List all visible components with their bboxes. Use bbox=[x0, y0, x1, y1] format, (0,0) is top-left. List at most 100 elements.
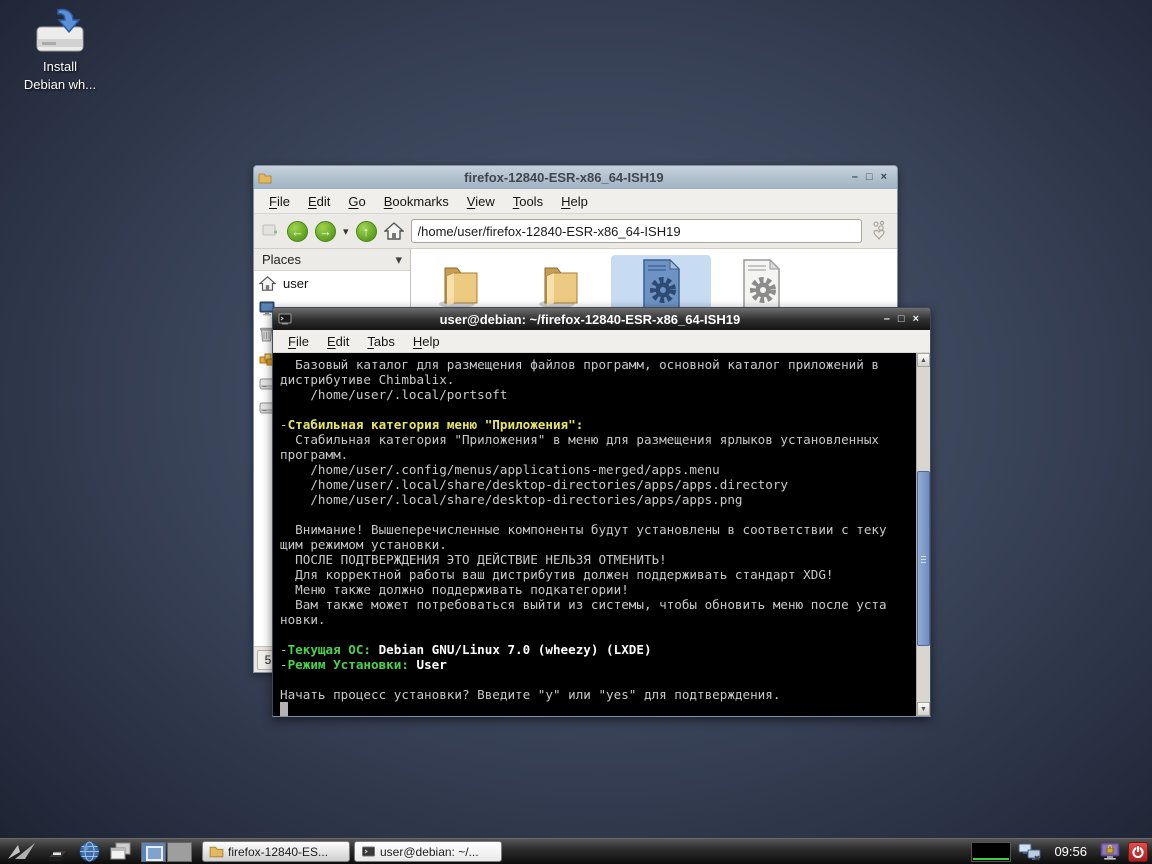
terminal-line: /home/user/.local/share/desktop-director… bbox=[280, 492, 743, 507]
terminal-line: программ. bbox=[280, 447, 349, 462]
menu-item-view[interactable]: View bbox=[458, 191, 504, 212]
close-button[interactable]: × bbox=[913, 313, 919, 325]
terminal-line: -Стабильная категория меню "Приложения": bbox=[280, 417, 584, 432]
terminal-line: -Текущая ОС: Debian GNU/Linux 7.0 (wheez… bbox=[280, 642, 652, 657]
terminal-title: user@debian: ~/firefox-12840-ESR-x86_64-… bbox=[439, 311, 741, 327]
pager-desktop-2[interactable] bbox=[167, 841, 192, 862]
terminal-titlebar[interactable]: user@debian: ~/firefox-12840-ESR-x86_64-… bbox=[273, 308, 930, 330]
scrollbar-thumb[interactable] bbox=[917, 471, 930, 646]
desktop-icon-install-debian[interactable]: Install Debian wh... bbox=[14, 6, 106, 94]
terminal-line: Начать процесс установки? Введите "y" ил… bbox=[280, 687, 781, 702]
task-button-label: user@debian: ~/... bbox=[380, 844, 479, 859]
script-blue-icon bbox=[640, 258, 682, 310]
iconify-all-icon[interactable] bbox=[107, 840, 135, 864]
file-manager-launcher[interactable] bbox=[44, 840, 72, 864]
script-gray-icon bbox=[740, 258, 782, 310]
task-button-label: firefox-12840-ES... bbox=[228, 844, 329, 859]
taskbar: firefox-12840-ES... user@debian: ~/... 09… bbox=[0, 838, 1152, 864]
scroll-down-icon[interactable]: ▼ bbox=[917, 702, 930, 716]
terminal-line: Меню также должно поддерживать подкатего… bbox=[280, 582, 629, 597]
file-icon-folder[interactable] bbox=[511, 255, 611, 313]
main-menu-button[interactable] bbox=[4, 840, 40, 864]
desktop-icon-label-line2: Debian wh... bbox=[23, 77, 97, 92]
lock-screen-icon[interactable] bbox=[1096, 840, 1124, 864]
file-manager-menubar: File Edit Go Bookmarks View Tools Help bbox=[254, 189, 897, 214]
terminal-line: -Режим Установки: User bbox=[280, 657, 447, 672]
desktop-icon-label-line1: Install bbox=[43, 59, 77, 74]
terminal-scrollbar[interactable]: ▲ ▼ bbox=[916, 353, 930, 716]
network-status-icon[interactable] bbox=[1015, 840, 1045, 864]
file-icon-script-blue[interactable] bbox=[611, 255, 711, 313]
pager-desktop-1[interactable] bbox=[141, 841, 166, 862]
sidebar-item-label: user bbox=[283, 276, 309, 291]
terminal-line bbox=[280, 702, 916, 716]
terminal-line: /home/user/.config/menus/applications-me… bbox=[280, 462, 720, 477]
terminal-line: /home/user/.local/share/desktop-director… bbox=[280, 477, 788, 492]
menu-item-help[interactable]: Help bbox=[404, 331, 449, 352]
clock[interactable]: 09:56 bbox=[1049, 844, 1092, 859]
minimize-button[interactable]: – bbox=[852, 172, 858, 183]
install-drive-icon bbox=[32, 6, 88, 58]
folder-small-icon bbox=[209, 845, 224, 858]
terminal-line: ПОСЛЕ ПОДТВЕРЖДЕНИЯ ЭТО ДЕЙСТВИЕ НЕЛЬЗЯ … bbox=[280, 552, 667, 567]
menu-item-bookmarks[interactable]: Bookmarks bbox=[375, 191, 458, 212]
file-manager-toolbar: ← → ▾ ↑ bbox=[254, 214, 897, 249]
menu-item-help[interactable]: Help bbox=[552, 191, 597, 212]
terminal-menubar: File Edit Tabs Help bbox=[273, 330, 930, 353]
menu-item-edit[interactable]: Edit bbox=[318, 331, 358, 352]
forward-button[interactable]: → bbox=[315, 220, 336, 242]
maximize-button[interactable]: □ bbox=[898, 313, 905, 325]
cpu-monitor bbox=[971, 841, 1012, 862]
menu-item-file[interactable]: File bbox=[260, 191, 299, 212]
places-selector[interactable]: Places ▾ bbox=[254, 249, 410, 271]
terminal-line: Стабильная категория "Приложения" в меню… bbox=[280, 432, 879, 447]
history-chevron-icon[interactable]: ▾ bbox=[343, 225, 349, 238]
up-button[interactable]: ↑ bbox=[355, 220, 377, 242]
scroll-up-icon[interactable]: ▲ bbox=[917, 353, 930, 367]
terminal-window: user@debian: ~/firefox-12840-ESR-x86_64-… bbox=[272, 307, 931, 717]
new-tab-icon[interactable] bbox=[262, 223, 280, 239]
file-manager-title: firefox-12840-ESR-x86_64-ISH19 bbox=[464, 170, 664, 185]
bookmark-jump-icon[interactable] bbox=[869, 220, 889, 242]
file-icon-folder[interactable] bbox=[411, 255, 511, 313]
folder-icon bbox=[435, 258, 487, 310]
places-chevron-icon: ▾ bbox=[395, 251, 402, 267]
menu-item-tabs[interactable]: Tabs bbox=[358, 331, 403, 352]
terminal-line: /home/user/.local/portsoft bbox=[280, 387, 508, 402]
home-button[interactable] bbox=[383, 222, 404, 240]
menu-item-edit[interactable]: Edit bbox=[299, 191, 339, 212]
terminal-output: Базовый каталог для размещения файлов пр… bbox=[273, 353, 916, 716]
terminal-line: дистрибутиве Chimbalix. bbox=[280, 372, 455, 387]
file-icon-script-gray[interactable] bbox=[711, 255, 811, 313]
desktop-pager[interactable] bbox=[141, 841, 192, 862]
terminal-line: Внимание! Вышеперечисленные компоненты б… bbox=[280, 522, 887, 537]
task-button-terminal[interactable]: user@debian: ~/... bbox=[354, 841, 502, 862]
minimize-button[interactable]: – bbox=[884, 313, 890, 325]
terminal-screen[interactable]: Базовый каталог для размещения файлов пр… bbox=[273, 353, 930, 716]
terminal-line: новки. bbox=[280, 612, 326, 627]
back-button[interactable]: ← bbox=[287, 220, 308, 242]
terminal-line: Базовый каталог для размещения файлов пр… bbox=[280, 357, 879, 372]
folder-icon bbox=[535, 258, 587, 310]
menu-item-tools[interactable]: Tools bbox=[504, 191, 552, 212]
close-button[interactable]: × bbox=[881, 172, 887, 183]
task-button-file-manager[interactable]: firefox-12840-ES... bbox=[202, 841, 350, 862]
terminal-window-icon bbox=[278, 313, 292, 325]
folder-window-icon bbox=[258, 172, 272, 184]
menu-item-file[interactable]: File bbox=[279, 331, 318, 352]
file-manager-titlebar[interactable]: firefox-12840-ESR-x86_64-ISH19 – □ × bbox=[254, 166, 897, 189]
address-bar-input[interactable] bbox=[410, 219, 862, 243]
terminal-small-icon bbox=[361, 846, 376, 858]
maximize-button[interactable]: □ bbox=[866, 172, 873, 183]
home-icon bbox=[259, 276, 276, 291]
sidebar-item-home-user[interactable]: user bbox=[254, 271, 410, 296]
terminal-line: щим режимом установки. bbox=[280, 537, 447, 552]
menu-item-go[interactable]: Go bbox=[339, 191, 374, 212]
logout-button[interactable] bbox=[1128, 841, 1148, 862]
places-label: Places bbox=[262, 252, 302, 267]
web-browser-launcher[interactable] bbox=[76, 840, 103, 864]
